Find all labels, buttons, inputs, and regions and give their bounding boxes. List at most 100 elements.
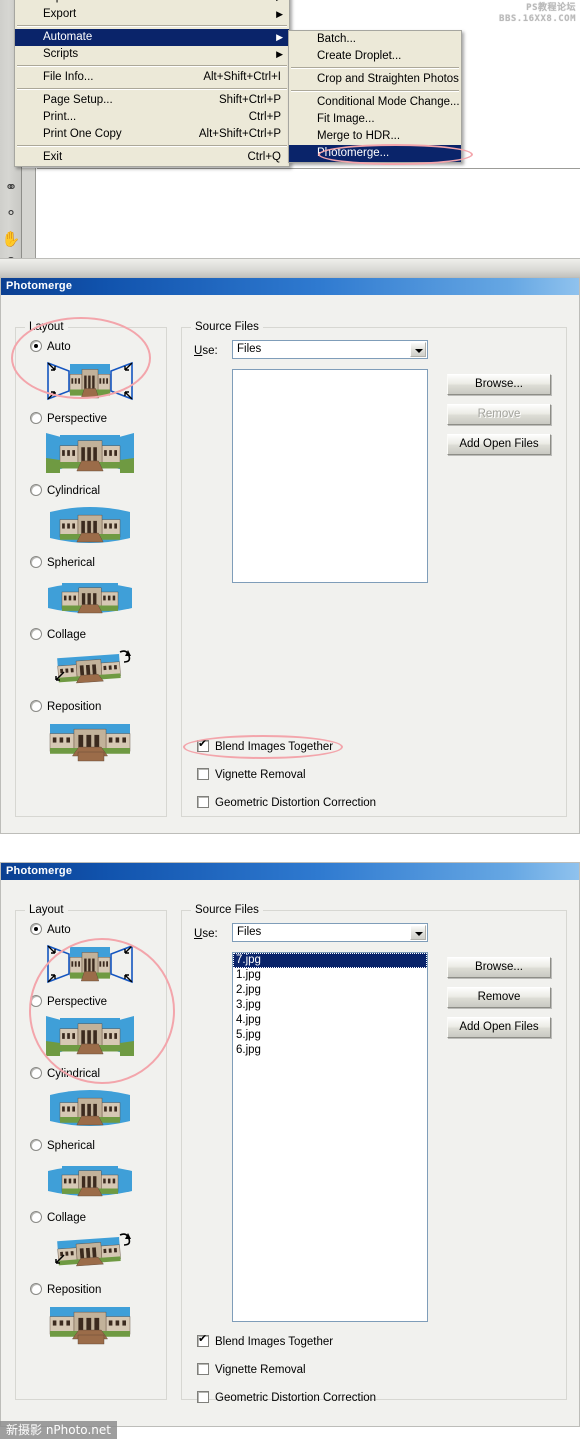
dialog1-checkbox-geometric-distortion-correction[interactable]: Geometric Distortion Correction (197, 796, 376, 810)
menu-item-label: Fit Image... (317, 113, 375, 125)
dialog1-radio-perspective[interactable]: Perspective (30, 412, 107, 426)
layout-option-label: Auto (47, 341, 71, 353)
checkbox-label: Blend Images Together (215, 1336, 334, 1348)
hand-tool-icon[interactable]: ✋ (1, 228, 21, 252)
dialog2-list-item[interactable]: 6.jpg (233, 1043, 427, 1058)
layout-option-label: Spherical (47, 557, 95, 569)
dialog1-checkbox-vignette-removal[interactable]: Vignette Removal (197, 768, 306, 782)
checkbox-icon[interactable] (197, 1333, 209, 1347)
menu-item-merge-to-hdr[interactable]: Merge to HDR... (289, 128, 461, 145)
layout-option-label: Perspective (47, 996, 108, 1008)
photoshop-menu-screenshot: ⚭ ⚬ ✋ ⚲ PS教程论坛 BBS.16XX8.COM Import▶Expo… (0, 0, 580, 277)
menu-item-file-info[interactable]: File Info... Alt+Shift+Ctrl+I (15, 69, 289, 86)
dialog1-layout-group: Layout Auto Perspective Cylindrical Spheri… (15, 321, 167, 817)
checkbox-icon[interactable] (197, 796, 209, 808)
dialog1-thumbnail-reposition (42, 718, 138, 769)
dialog2-list-item[interactable]: 3.jpg (233, 998, 427, 1013)
checkbox-icon[interactable] (197, 1391, 209, 1403)
chevron-down-icon[interactable] (410, 342, 426, 357)
layout-option-label: Auto (47, 924, 71, 936)
dialog2-list-item[interactable]: 1.jpg (233, 968, 427, 983)
menu-item-conditional-mode-change[interactable]: Conditional Mode Change... (289, 94, 461, 111)
menu-item-label: Photomerge... (317, 147, 390, 159)
radio-button-icon[interactable] (30, 1067, 42, 1079)
radio-button-icon[interactable] (30, 412, 42, 424)
menu-item-exit[interactable]: Exit Ctrl+Q (15, 149, 289, 166)
menu-separator (17, 145, 287, 147)
radio-button-icon[interactable] (30, 556, 42, 568)
menu-item-export[interactable]: Export ▶ (15, 6, 289, 23)
dialog2-radio-collage[interactable]: Collage (30, 1211, 86, 1225)
dialog1-checkbox-blend-images-together[interactable]: Blend Images Together (197, 738, 333, 754)
dialog2-list-item[interactable]: 7.jpg (233, 953, 427, 968)
radio-button-icon[interactable] (30, 1139, 42, 1151)
dialog2-use-combo[interactable]: Files (232, 923, 428, 942)
radio-button-icon[interactable] (30, 1211, 42, 1223)
menu-item-fit-image[interactable]: Fit Image... (289, 111, 461, 128)
burn-tool-icon[interactable]: ⚬ (1, 202, 21, 226)
radio-button-icon[interactable] (30, 484, 42, 496)
dialog1-radio-reposition[interactable]: Reposition (30, 700, 101, 714)
dialog1-add-open-files-button[interactable]: Add Open Files (447, 434, 551, 455)
dialog2-browse-button[interactable]: Browse... (447, 957, 551, 978)
menu-item-print[interactable]: Print... Ctrl+P (15, 109, 289, 126)
dodge-tool-icon[interactable]: ⚭ (1, 176, 21, 200)
menu-item-crop-and-straighten-photos[interactable]: Crop and Straighten Photos (289, 71, 461, 88)
dialog2-file-list[interactable]: 7.jpg 1.jpg 2.jpg 3.jpg 4.jpg 5.jpg 6.jpg (232, 952, 428, 1322)
file-menu[interactable]: Import▶Export▶Automate▶Scripts▶File Info… (14, 0, 290, 167)
menu-item-photomerge[interactable]: Photomerge... (289, 145, 461, 162)
dialog1-radio-cylindrical[interactable]: Cylindrical (30, 484, 100, 498)
menu-item-create-droplet[interactable]: Create Droplet... (289, 48, 461, 65)
radio-button-icon[interactable] (30, 995, 42, 1007)
dialog2-radio-cylindrical[interactable]: Cylindrical (30, 1067, 100, 1081)
dialog1-radio-collage[interactable]: Collage (30, 628, 86, 642)
dialog2-list-item[interactable]: 2.jpg (233, 983, 427, 998)
dialog2-radio-perspective[interactable]: Perspective (30, 995, 107, 1009)
dialog1-browse-button[interactable]: Browse... (447, 374, 551, 395)
menu-item-shortcut: Alt+Shift+Ctrl+I (203, 71, 281, 83)
radio-button-icon[interactable] (30, 923, 42, 935)
dialog2-radio-reposition[interactable]: Reposition (30, 1283, 101, 1297)
menu-item-label: Export (43, 8, 77, 20)
dialog2-checkbox-geometric-distortion-correction[interactable]: Geometric Distortion Correction (197, 1391, 376, 1405)
checkbox-icon[interactable] (197, 1363, 209, 1375)
photomerge-dialog-2: Photomerge Layout Auto Perspective Cylind… (0, 862, 580, 1427)
automate-submenu[interactable]: Batch... Create Droplet... Crop and Straig… (288, 30, 462, 163)
menu-item-automate[interactable]: Automate ▶ (15, 29, 289, 46)
dialog2-radio-auto[interactable]: Auto (30, 923, 71, 937)
radio-button-icon[interactable] (30, 628, 42, 640)
checkbox-icon[interactable] (197, 738, 209, 752)
layout-option-label: Cylindrical (47, 485, 101, 497)
dialog2-remove-button[interactable]: Remove (447, 987, 551, 1008)
menu-item-batch[interactable]: Batch... (289, 31, 461, 48)
menu-item-page-setup[interactable]: Page Setup... Shift+Ctrl+P (15, 92, 289, 109)
radio-button-icon[interactable] (30, 700, 42, 712)
chevron-down-icon[interactable] (410, 925, 426, 940)
dialog1-file-list[interactable] (232, 369, 428, 583)
dialog2-use-label: Use: (194, 928, 218, 940)
dialog2-list-item[interactable]: 4.jpg (233, 1013, 427, 1028)
checkbox-label: Vignette Removal (215, 769, 306, 781)
radio-button-icon[interactable] (30, 340, 42, 352)
dialog2-list-item[interactable]: 5.jpg (233, 1028, 427, 1043)
dialog1-radio-auto[interactable]: Auto (30, 340, 71, 354)
dialog2-thumbnail-perspective (42, 1013, 138, 1064)
menu-separator (17, 25, 287, 27)
dialog1-source-group-label: Source Files (191, 321, 263, 333)
checkbox-label: Geometric Distortion Correction (215, 1392, 377, 1404)
menu-item-shortcut: Ctrl+Q (247, 151, 281, 163)
layout-option-label: Cylindrical (47, 1068, 101, 1080)
checkbox-label: Vignette Removal (215, 1364, 306, 1376)
dialog2-add-open-files-button[interactable]: Add Open Files (447, 1017, 551, 1038)
menu-item-print-one-copy[interactable]: Print One Copy Alt+Shift+Ctrl+P (15, 126, 289, 143)
menu-item-label: Exit (43, 151, 63, 163)
dialog2-radio-spherical[interactable]: Spherical (30, 1139, 95, 1153)
radio-button-icon[interactable] (30, 1283, 42, 1295)
menu-item-scripts[interactable]: Scripts ▶ (15, 46, 289, 63)
dialog1-use-combo[interactable]: Files (232, 340, 428, 359)
dialog2-checkbox-blend-images-together[interactable]: Blend Images Together (197, 1333, 334, 1349)
dialog1-thumbnail-cylindrical (42, 502, 138, 553)
checkbox-icon[interactable] (197, 768, 209, 780)
dialog1-radio-spherical[interactable]: Spherical (30, 556, 95, 570)
dialog2-checkbox-vignette-removal[interactable]: Vignette Removal (197, 1363, 306, 1377)
